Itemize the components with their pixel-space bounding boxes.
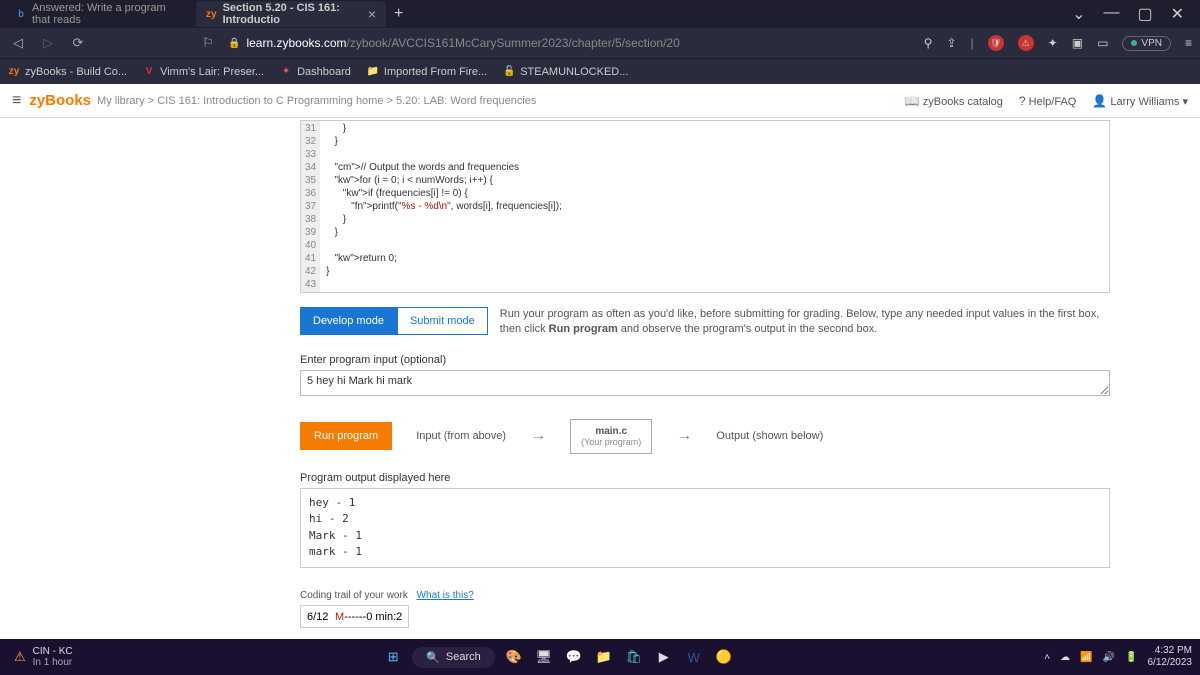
new-tab-button[interactable]: +: [386, 5, 411, 23]
share-icon[interactable]: ⇪: [946, 36, 956, 50]
clock[interactable]: 4:32 PM 6/12/2023: [1147, 645, 1192, 669]
extension-badge-2[interactable]: ⚠: [1018, 35, 1034, 51]
sidebar-icon[interactable]: ▣: [1072, 36, 1083, 50]
tab-zybooks[interactable]: zy Section 5.20 - CIS 161: Introductio ×: [196, 1, 386, 27]
taskbar-chrome[interactable]: 🟡: [713, 646, 735, 668]
taskbar-app-6[interactable]: ▶: [653, 646, 675, 668]
zybooks-logo[interactable]: zyBooks: [29, 92, 91, 109]
tray-wifi-icon[interactable]: 📶: [1080, 652, 1092, 663]
what-is-this-link[interactable]: What is this?: [417, 590, 474, 601]
zybooks-header: ≡ zyBooks My library > CIS 161: Introduc…: [0, 84, 1200, 118]
bookmark-icon[interactable]: ⚐: [198, 35, 218, 51]
close-icon[interactable]: ×: [368, 6, 376, 22]
catalog-link[interactable]: 📖 zyBooks catalog: [905, 94, 1003, 108]
url-domain: learn.zybooks.com: [246, 36, 346, 50]
weather-icon: ⚠: [14, 649, 26, 665]
maximize-icon[interactable]: ▢: [1137, 4, 1152, 24]
tab-label: Answered: Write a program that reads: [32, 2, 186, 26]
vpn-status-dot: [1131, 40, 1137, 46]
reload-button[interactable]: ⟳: [68, 35, 88, 51]
program-input[interactable]: [300, 370, 1110, 396]
taskbar-search[interactable]: 🔍 Search: [412, 647, 495, 668]
url-path: /zybook/AVCCIS161McCarySummer2023/chapte…: [347, 36, 680, 50]
taskbar-center: ⊞ 🔍 Search 🎨 🖥 💬 📁 🛍 ▶ W 🟡: [382, 646, 735, 668]
extensions-icon[interactable]: ✦: [1048, 36, 1058, 50]
help-link[interactable]: ? Help/FAQ: [1019, 94, 1076, 108]
back-button[interactable]: ◁: [8, 35, 28, 51]
run-program-button[interactable]: Run program: [300, 422, 392, 450]
close-window-icon[interactable]: ✕: [1171, 4, 1184, 24]
taskbar-app-5[interactable]: 🛍: [623, 646, 645, 668]
browser-tab-strip: b Answered: Write a program that reads z…: [0, 0, 1200, 28]
flow-output-label: Output (shown below): [716, 430, 823, 442]
submit-mode-button[interactable]: Submit mode: [397, 307, 488, 335]
user-menu[interactable]: 👤 Larry Williams ▾: [1092, 94, 1188, 108]
breadcrumb[interactable]: My library > CIS 161: Introduction to C …: [97, 95, 536, 107]
taskbar-app-2[interactable]: 🖥: [533, 646, 555, 668]
address-bar: ◁ ▷ ⟳ ⚐ 🔒 learn.zybooks.com/zybook/AVCCI…: [0, 28, 1200, 58]
program-output: hey - 1 hi - 2 Mark - 1 mark - 1: [300, 488, 1110, 568]
taskbar-word[interactable]: W: [683, 646, 705, 668]
windows-taskbar: ⚠ CIN - KC In 1 hour ⊞ 🔍 Search 🎨 🖥 💬 📁 …: [0, 639, 1200, 675]
tray-battery-icon[interactable]: 🔋: [1125, 652, 1137, 663]
tab-label: Section 5.20 - CIS 161: Introductio: [223, 2, 358, 26]
tray-cloud-icon[interactable]: ☁: [1060, 652, 1070, 663]
mode-toggle: Develop mode Submit mode: [300, 307, 488, 335]
coding-trail-label: Coding trail of your work What is this?: [300, 590, 1110, 601]
line-gutter: 31323334353637383940414243: [301, 121, 320, 292]
page-content: ≡ zyBooks My library > CIS 161: Introduc…: [0, 84, 1200, 639]
start-button[interactable]: ⊞: [382, 646, 404, 668]
tab-favicon: zy: [206, 8, 217, 20]
lab-content: 31323334353637383940414243 } } "cm">// O…: [0, 118, 1200, 639]
tray-volume-icon[interactable]: 🔊: [1103, 652, 1115, 663]
toolbar-icons: ⚲ ⇪ | 🛡 ⚠ ✦ ▣ ▭ VPN ≡: [924, 35, 1192, 51]
arrow-icon: →: [530, 427, 546, 445]
chevron-down-icon[interactable]: ⌄: [1072, 4, 1085, 24]
forward-button[interactable]: ▷: [38, 35, 58, 51]
code-editor[interactable]: 31323334353637383940414243 } } "cm">// O…: [300, 120, 1110, 293]
tab-favicon: b: [16, 8, 26, 20]
taskbar-app-3[interactable]: 💬: [563, 646, 585, 668]
program-box: main.c (Your program): [570, 419, 652, 454]
minimize-icon[interactable]: —: [1103, 4, 1119, 24]
develop-mode-button[interactable]: Develop mode: [300, 307, 397, 335]
bookmark-dashboard[interactable]: ✦Dashboard: [280, 66, 351, 78]
lock-icon: 🔒: [228, 38, 240, 49]
bookmarks-bar: zyzyBooks - Build Co... VVimm's Lair: Pr…: [0, 58, 1200, 84]
taskbar-app-4[interactable]: 📁: [593, 646, 615, 668]
search-icon: 🔍: [426, 651, 440, 664]
tray-chevron[interactable]: ˄: [1044, 652, 1050, 663]
arrow-icon: →: [676, 427, 692, 445]
search-small-icon[interactable]: ⚲: [924, 36, 933, 50]
system-tray: ˄ ☁ 📶 🔊 🔋 4:32 PM 6/12/2023: [1044, 645, 1192, 669]
bookmark-zybooks[interactable]: zyzyBooks - Build Co...: [8, 66, 127, 78]
hamburger-icon[interactable]: ≡: [12, 92, 21, 110]
coding-trail: 6/12 M------0 min:2: [300, 605, 409, 628]
wallet-icon[interactable]: ▭: [1097, 36, 1108, 50]
window-controls: ⌄ — ▢ ✕: [1062, 4, 1194, 24]
weather-widget[interactable]: ⚠ CIN - KC In 1 hour: [14, 646, 73, 668]
bookmark-vimms[interactable]: VVimm's Lair: Preser...: [143, 66, 264, 78]
output-label: Program output displayed here: [300, 472, 1110, 484]
taskbar-app-1[interactable]: 🎨: [503, 646, 525, 668]
mode-description: Run your program as often as you'd like,…: [500, 307, 1110, 338]
bookmark-imported[interactable]: 📁Imported From Fire...: [367, 66, 487, 78]
menu-icon[interactable]: ≡: [1185, 36, 1192, 50]
extension-badge-1[interactable]: 🛡: [988, 35, 1004, 51]
flow-input-label: Input (from above): [416, 430, 506, 442]
run-flow: Run program Input (from above) → main.c …: [300, 419, 1110, 454]
bookmark-steamunlocked[interactable]: 🔓STEAMUNLOCKED...: [503, 66, 628, 78]
code-lines[interactable]: } } "cm">// Output the words and frequen…: [320, 121, 1109, 292]
tab-bartleby[interactable]: b Answered: Write a program that reads: [6, 1, 196, 27]
url-field[interactable]: 🔒 learn.zybooks.com/zybook/AVCCIS161McCa…: [228, 36, 914, 50]
input-label: Enter program input (optional): [300, 354, 1110, 366]
vpn-pill[interactable]: VPN: [1122, 36, 1171, 51]
